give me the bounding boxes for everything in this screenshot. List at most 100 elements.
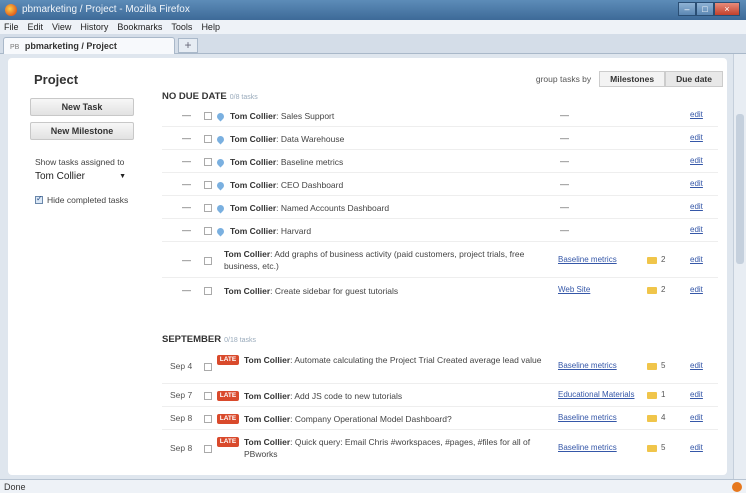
tab-label: pbmarketing / Project <box>24 41 117 51</box>
edit-link[interactable]: edit <box>690 156 703 165</box>
menu-bookmarks[interactable]: Bookmarks <box>117 22 162 32</box>
window-controls: – □ × <box>678 2 740 16</box>
task-checkbox[interactable] <box>204 158 212 166</box>
new-tab-button[interactable]: + <box>178 38 198 53</box>
hide-completed-toggle[interactable]: Hide completed tasks <box>35 194 129 205</box>
new-milestone-button[interactable]: New Milestone <box>30 122 134 140</box>
file-count: 5 <box>661 361 666 370</box>
firefox-icon <box>5 4 17 16</box>
sidebar: Project New Task New Milestone Show task… <box>8 58 148 475</box>
task-text[interactable]: Tom Collier: Add JS code to new tutorial… <box>244 390 402 402</box>
task-row: Sep 4 LATE Tom Collier: Automate calcula… <box>162 354 718 380</box>
page-content: Project New Task New Milestone Show task… <box>8 58 727 475</box>
row-divider <box>162 149 718 150</box>
pin-icon <box>215 157 226 168</box>
checkbox-checked-icon[interactable] <box>35 194 43 204</box>
row-divider <box>162 406 718 407</box>
vertical-scrollbar[interactable] <box>733 54 746 479</box>
task-text[interactable]: Tom Collier: Harvard <box>230 225 311 237</box>
folder-icon <box>647 392 657 399</box>
group-milestones-button[interactable]: Milestones <box>599 71 666 87</box>
milestone-link[interactable]: Educational Materials <box>558 390 634 399</box>
close-button[interactable]: × <box>714 2 740 16</box>
task-text[interactable]: Tom Collier: Named Accounts Dashboard <box>230 202 389 214</box>
section-september: SEPTEMBER 0/18 tasks <box>162 334 256 345</box>
section-count: 0/18 tasks <box>224 337 257 344</box>
minimize-button[interactable]: – <box>678 2 696 16</box>
milestone-link[interactable]: Baseline metrics <box>558 361 617 370</box>
task-text[interactable]: Tom Collier: CEO Dashboard <box>230 179 343 191</box>
group-due-date-button[interactable]: Due date <box>665 71 723 87</box>
menu-help[interactable]: Help <box>201 22 220 32</box>
row-divider <box>162 383 718 384</box>
edit-link[interactable]: edit <box>690 390 703 399</box>
milestone-link[interactable]: Baseline metrics <box>558 413 617 422</box>
edit-link[interactable]: edit <box>690 443 703 452</box>
edit-link[interactable]: edit <box>690 255 703 264</box>
menu-tools[interactable]: Tools <box>171 22 192 32</box>
task-checkbox[interactable] <box>204 445 212 453</box>
folder-icon <box>647 287 657 294</box>
pin-icon <box>215 180 226 191</box>
milestone-link[interactable]: Baseline metrics <box>558 443 617 452</box>
due-date: Sep 7 <box>170 390 193 400</box>
milestone-link[interactable]: Web Site <box>558 285 590 294</box>
due-date: — <box>182 285 191 295</box>
task-text[interactable]: Tom Collier: Baseline metrics <box>230 156 343 168</box>
task-checkbox[interactable] <box>204 135 212 143</box>
menu-view[interactable]: View <box>52 22 71 32</box>
task-checkbox[interactable] <box>204 363 212 371</box>
task-text[interactable]: Tom Collier: Company Operational Model D… <box>244 413 452 425</box>
assignee-select[interactable]: Tom Collier ▼ <box>35 171 130 186</box>
scrollbar-thumb[interactable] <box>736 114 744 264</box>
edit-link[interactable]: edit <box>690 361 703 370</box>
pin-icon <box>215 111 226 122</box>
menu-edit[interactable]: Edit <box>28 22 44 32</box>
task-text[interactable]: Tom Collier: Add graphs of business acti… <box>224 248 544 272</box>
hide-completed-label: Hide completed tasks <box>47 195 129 205</box>
menu-file[interactable]: File <box>4 22 19 32</box>
task-checkbox[interactable] <box>204 227 212 235</box>
task-checkbox[interactable] <box>204 257 212 265</box>
maximize-button[interactable]: □ <box>696 2 714 16</box>
firefox-status-icon <box>732 482 742 492</box>
task-text[interactable]: Tom Collier: Data Warehouse <box>230 133 344 145</box>
milestone: — <box>560 156 569 166</box>
file-count: 2 <box>661 255 666 264</box>
task-checkbox[interactable] <box>204 392 212 400</box>
edit-link[interactable]: edit <box>690 110 703 119</box>
milestone-link[interactable]: Baseline metrics <box>558 255 617 264</box>
milestone: — <box>560 202 569 212</box>
edit-link[interactable]: edit <box>690 202 703 211</box>
task-checkbox[interactable] <box>204 181 212 189</box>
pin-icon <box>215 226 226 237</box>
edit-link[interactable]: edit <box>690 225 703 234</box>
new-task-button[interactable]: New Task <box>30 98 134 116</box>
task-checkbox[interactable] <box>204 415 212 423</box>
folder-icon <box>647 363 657 370</box>
task-text[interactable]: Tom Collier: Create sidebar for guest tu… <box>224 285 398 297</box>
section-title: NO DUE DATE <box>162 91 227 102</box>
page-title: Project <box>34 72 79 87</box>
milestone: — <box>560 133 569 143</box>
task-text[interactable]: Tom Collier: Automate calculating the Pr… <box>244 354 544 366</box>
due-date: — <box>182 133 191 143</box>
row-divider <box>162 172 718 173</box>
edit-link[interactable]: edit <box>690 179 703 188</box>
edit-link[interactable]: edit <box>690 285 703 294</box>
row-divider <box>162 195 718 196</box>
edit-link[interactable]: edit <box>690 133 703 142</box>
task-checkbox[interactable] <box>204 287 212 295</box>
menu-history[interactable]: History <box>80 22 108 32</box>
edit-link[interactable]: edit <box>690 413 703 422</box>
task-text[interactable]: Tom Collier: Quick query: Email Chris #w… <box>244 436 544 460</box>
task-checkbox[interactable] <box>204 112 212 120</box>
folder-icon <box>647 257 657 264</box>
task-text[interactable]: Tom Collier: Sales Support <box>230 110 334 122</box>
task-checkbox[interactable] <box>204 204 212 212</box>
browser-tab[interactable]: PB pbmarketing / Project <box>3 37 175 54</box>
group-by-control: group tasks by Milestones Due date <box>536 71 723 87</box>
due-date: — <box>182 202 191 212</box>
file-count: 1 <box>661 390 666 399</box>
due-date: — <box>182 225 191 235</box>
